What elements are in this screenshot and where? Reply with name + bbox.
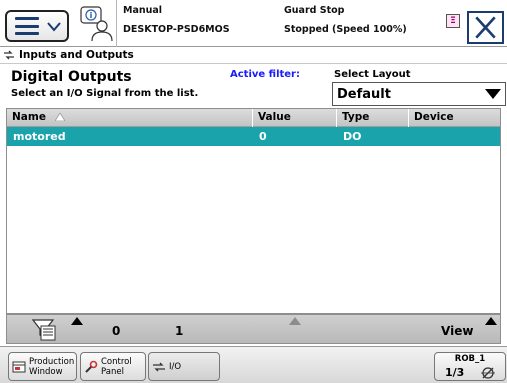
column-header-device[interactable]: Device	[409, 109, 502, 127]
taskbar-label: Production Window	[29, 356, 75, 377]
top-bar: i Manual DESKTOP-PSD6MOS Guard Stop Stop…	[0, 0, 507, 47]
app-title-bar: Inputs and Outputs	[0, 47, 507, 64]
robot-name: ROB_1	[454, 354, 486, 364]
coordinate-system-icon	[481, 367, 495, 379]
io-icon	[4, 50, 14, 60]
operator-status-icon[interactable]: i	[80, 6, 114, 42]
taskbar-control-panel[interactable]: Control Panel	[80, 352, 146, 381]
signals-table[interactable]: Name Value Type Device motored 0 DO	[6, 108, 501, 314]
cell-name: motored	[13, 130, 66, 143]
system-name: DESKTOP-PSD6MOS	[123, 24, 230, 35]
hamburger-icon	[15, 17, 39, 35]
production-window-icon	[12, 361, 26, 372]
select-layout-label: Select Layout	[334, 69, 411, 80]
taskbar: Production Window Control Panel I/O ROB_…	[0, 346, 507, 383]
dropdown-arrow-icon	[485, 89, 501, 99]
taskbar-label: I/O	[169, 361, 182, 372]
event-log-icon[interactable]: Ξ	[446, 14, 460, 28]
column-header-name[interactable]: Name	[7, 109, 253, 127]
actions-menu-arrow-icon[interactable]	[289, 317, 301, 325]
guard-status: Guard Stop	[284, 5, 345, 16]
app-title: Inputs and Outputs	[19, 49, 134, 61]
svg-text:i: i	[90, 11, 93, 20]
control-panel-icon	[85, 360, 98, 373]
cell-value: 0	[259, 130, 267, 143]
view-title: Digital Outputs	[11, 69, 132, 85]
main-menu-button[interactable]	[5, 10, 69, 42]
taskbar-production-window[interactable]: Production Window	[8, 352, 77, 381]
taskbar-io[interactable]: I/O	[148, 352, 220, 381]
io-icon	[153, 362, 165, 371]
column-header-value[interactable]: Value	[253, 109, 337, 127]
operating-mode: Manual	[123, 5, 163, 16]
set-zero-button[interactable]: 0	[112, 324, 120, 338]
view-menu-arrow-icon	[485, 317, 497, 325]
view-subtitle: Select an I/O Signal from the list.	[11, 88, 199, 99]
status-divider	[116, 0, 117, 47]
layout-select[interactable]: Default	[332, 82, 506, 106]
bottom-toolbar: 0 1 View	[6, 314, 501, 344]
cell-device	[409, 127, 415, 146]
robot-speed-fraction: 1/3	[445, 366, 465, 379]
layout-select-value: Default	[337, 86, 391, 102]
table-row[interactable]: motored 0 DO	[7, 127, 500, 146]
close-button[interactable]	[467, 11, 504, 44]
close-icon	[475, 16, 496, 39]
cell-type: DO	[343, 130, 362, 143]
table-header: Name Value Type Device	[7, 109, 500, 127]
set-one-button[interactable]: 1	[175, 324, 183, 338]
filter-menu-arrow-icon	[71, 317, 83, 325]
run-status: Stopped (Speed 100%)	[284, 24, 407, 35]
sort-ascending-icon	[54, 113, 65, 121]
status-block[interactable]: Manual DESKTOP-PSD6MOS Guard Stop Stoppe…	[120, 2, 440, 44]
taskbar-label: Control Panel	[101, 356, 132, 377]
active-filter-label: Active filter:	[230, 69, 300, 80]
column-header-type[interactable]: Type	[337, 109, 409, 127]
view-button[interactable]: View	[441, 324, 473, 338]
chevron-down-icon	[47, 22, 61, 32]
filter-icon[interactable]	[32, 318, 56, 342]
quickset-robot-button[interactable]: ROB_1 1/3	[434, 352, 506, 381]
